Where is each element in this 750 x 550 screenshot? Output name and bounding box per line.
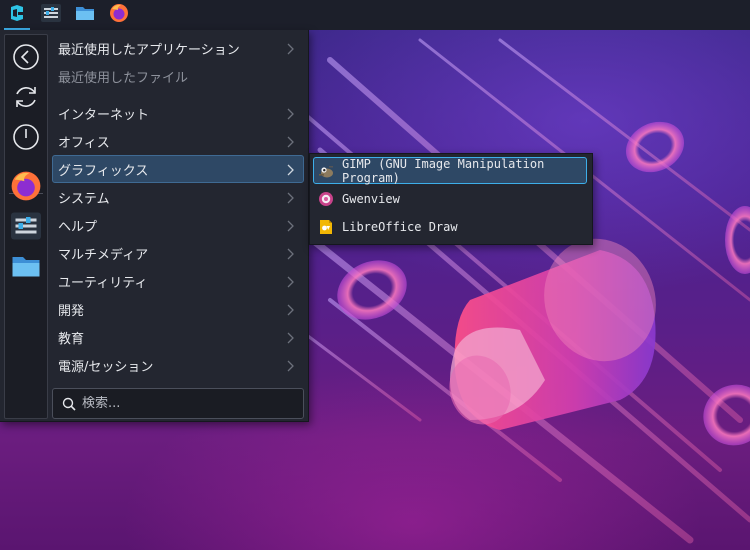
category-label: ヘルプ — [58, 219, 98, 235]
category-label: システム — [58, 191, 110, 207]
category-label: マルチメディア — [58, 247, 149, 263]
category-system[interactable]: システム — [52, 183, 304, 211]
category-label: オフィス — [58, 135, 110, 151]
category-label: インターネット — [58, 107, 150, 123]
chevron-right-icon — [287, 248, 294, 260]
folder-icon — [75, 4, 95, 26]
gimp-icon — [318, 163, 334, 179]
settings-sliders-icon — [11, 212, 41, 244]
submenu-item-label: GIMP (GNU Image Manipulation Program) — [342, 156, 545, 185]
category-education[interactable]: 教育 — [52, 323, 304, 351]
chevron-right-icon — [287, 332, 294, 344]
application-launcher-menu: 最近使用したアプリケーション 最近使用したファイル インターネット オフィス グ… — [0, 30, 309, 422]
refresh-icon — [12, 83, 40, 115]
kde-launcher-icon — [7, 3, 27, 27]
firefox-icon — [109, 3, 129, 27]
app-gwenview[interactable]: Gwenview — [313, 185, 587, 212]
app-gimp[interactable]: GIMP (GNU Image Manipulation Program) — [313, 156, 587, 185]
favorite-file-manager[interactable] — [10, 252, 42, 284]
category-label: 開発 — [58, 303, 85, 319]
chevron-right-icon — [287, 164, 294, 176]
application-launcher-button[interactable] — [0, 0, 34, 30]
chevron-right-icon — [287, 192, 294, 204]
back-button[interactable] — [10, 43, 42, 75]
search-input[interactable] — [82, 396, 282, 411]
chevron-right-icon — [287, 43, 294, 55]
back-arrow-icon — [12, 43, 40, 75]
search-field[interactable] — [52, 388, 304, 419]
category-internet[interactable]: インターネット — [52, 99, 304, 127]
firefox-icon — [10, 170, 42, 206]
category-office[interactable]: オフィス — [52, 127, 304, 155]
gwenview-icon — [318, 191, 334, 207]
category-power-session[interactable]: 電源/セッション — [52, 351, 304, 379]
libreoffice-draw-icon — [318, 219, 334, 235]
category-recent-apps[interactable]: 最近使用したアプリケーション — [52, 34, 304, 62]
chevron-right-icon — [287, 108, 294, 120]
folder-icon — [11, 252, 41, 284]
chevron-right-icon — [287, 304, 294, 316]
chevron-right-icon — [287, 276, 294, 288]
chevron-right-icon — [287, 220, 294, 232]
system-settings-button[interactable] — [34, 0, 68, 30]
category-label: 最近使用したアプリケーション — [58, 42, 240, 58]
search-icon — [62, 397, 76, 411]
category-label: 教育 — [58, 331, 85, 347]
category-help[interactable]: ヘルプ — [52, 211, 304, 239]
category-multimedia[interactable]: マルチメディア — [52, 239, 304, 267]
graphics-submenu: GIMP (GNU Image Manipulation Program) Gw… — [309, 153, 593, 245]
category-label: グラフィックス — [58, 163, 149, 179]
submenu-item-label: Gwenview — [342, 191, 400, 206]
power-icon — [12, 123, 40, 155]
category-graphics[interactable]: グラフィックス — [52, 155, 304, 183]
top-panel — [0, 0, 750, 30]
category-development[interactable]: 開発 — [52, 295, 304, 323]
submenu-item-label: LibreOffice Draw — [342, 219, 458, 234]
file-manager-button[interactable] — [68, 0, 102, 30]
category-label: 電源/セッション — [58, 359, 154, 375]
favorite-firefox[interactable] — [10, 170, 42, 206]
chevron-right-icon — [287, 136, 294, 148]
chevron-right-icon — [287, 360, 294, 372]
favorites-strip — [4, 34, 48, 419]
category-list: 最近使用したアプリケーション 最近使用したファイル インターネット オフィス グ… — [52, 34, 304, 379]
category-label: 最近使用したファイル — [58, 70, 189, 86]
refresh-button[interactable] — [10, 83, 42, 115]
firefox-button[interactable] — [102, 0, 136, 30]
favorite-system-settings[interactable] — [10, 212, 42, 244]
power-button[interactable] — [10, 123, 42, 155]
settings-sliders-icon — [41, 4, 61, 26]
category-label: ユーティリティ — [58, 275, 148, 291]
category-recent-files[interactable]: 最近使用したファイル — [52, 62, 304, 90]
category-utilities[interactable]: ユーティリティ — [52, 267, 304, 295]
app-libreoffice-draw[interactable]: LibreOffice Draw — [313, 213, 587, 240]
